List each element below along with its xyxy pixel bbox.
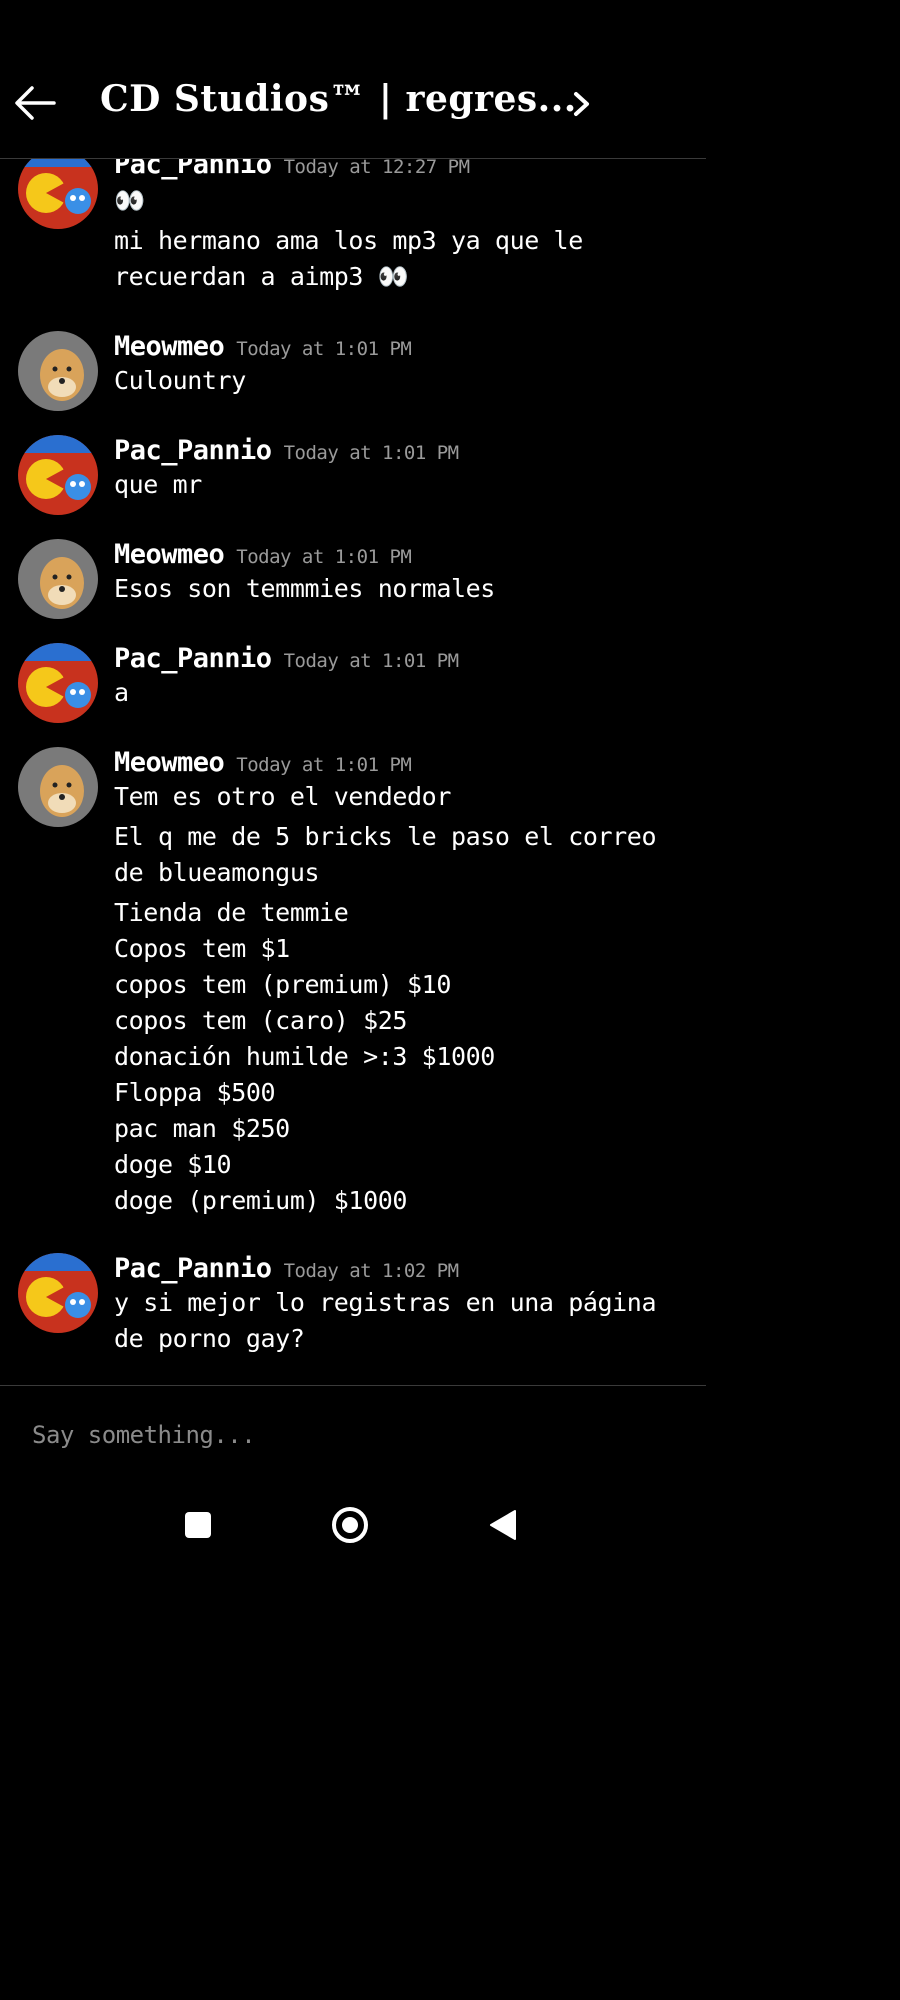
message-text: Tienda de temmie Copos tem $1 copos tem … [114,898,495,1215]
back-nav-button[interactable] [478,1504,528,1546]
pacman-avatar-image [18,643,98,723]
square-icon [185,1512,211,1538]
username[interactable]: Meowmeo [114,539,225,570]
username[interactable]: Pac_Pannio [114,643,272,674]
doge-avatar-image [18,331,98,411]
recent-apps-button[interactable] [173,1504,223,1546]
message-header: Pac_Pannio Today at 1:01 PM [114,643,459,674]
doge-avatar-image [18,539,98,619]
pacman-avatar-image [18,159,98,229]
timestamp: Today at 12:27 PM [283,159,470,178]
pacman-avatar-image [18,1253,98,1333]
message-text: Tem es otro el vendedor [114,782,451,811]
message-header: Pac_Pannio Today at 12:27 PM [114,159,470,180]
circle-home-icon [332,1507,368,1543]
message-text: Culountry [114,366,246,395]
username[interactable]: Pac_Pannio [114,1253,272,1284]
arrow-left-icon [15,86,56,120]
username[interactable]: Meowmeo [114,747,225,778]
channel-title[interactable]: CD Studios™ | regres... [100,78,577,120]
message-header: Meowmeo Today at 1:01 PM [114,747,412,778]
chat-header: CD Studios™ | regres... [0,0,706,159]
triangle-back-icon [490,1510,516,1540]
pacman-avatar[interactable] [18,1253,98,1333]
message-input[interactable] [30,1414,674,1456]
timestamp: Today at 1:01 PM [236,338,412,360]
pacman-avatar[interactable] [18,643,98,723]
message-text: 👀 [114,186,145,215]
timestamp: Today at 1:02 PM [283,1260,460,1282]
back-button[interactable] [12,80,58,126]
doge-avatar[interactable] [18,331,98,411]
message-header: Meowmeo Today at 1:01 PM [114,331,412,362]
pacman-avatar-image [18,435,98,515]
username[interactable]: Pac_Pannio [114,159,272,180]
message-body: Esos son temmmies normales [114,571,684,607]
message-header: Meowmeo Today at 1:01 PM [114,539,412,570]
message-body: y si mejor lo registras en una página de… [114,1285,684,1357]
message-header: Pac_Pannio Today at 1:01 PM [114,435,459,466]
message-body: a [114,675,684,711]
message-text: y si mejor lo registras en una página de… [114,1288,671,1353]
message-header: Pac_Pannio Today at 1:02 PM [114,1253,459,1284]
message-body: Culountry [114,363,684,399]
timestamp: Today at 1:01 PM [236,546,412,568]
timestamp: Today at 1:01 PM [283,650,460,672]
timestamp: Today at 1:01 PM [236,754,412,776]
message-body: Tem es otro el vendedor El q me de 5 bri… [114,779,684,1219]
timestamp: Today at 1:01 PM [283,442,460,464]
system-nav-bar [0,1486,706,1568]
message-list[interactable]: Pac_Pannio Today at 12:27 PM 👀 mi herman… [0,159,706,1385]
chevron-right-icon[interactable] [570,88,594,120]
message-text: a [114,678,129,707]
pacman-avatar[interactable] [18,159,98,229]
username[interactable]: Meowmeo [114,331,225,362]
doge-avatar-image [18,747,98,827]
message-body: que mr [114,467,684,503]
message-text: que mr [114,470,202,499]
message-text: Esos son temmmies normales [114,574,495,603]
message-text: El q me de 5 bricks le paso el correo de… [114,822,671,887]
home-button[interactable] [325,1504,375,1546]
message-composer [0,1385,706,1486]
doge-avatar[interactable] [18,539,98,619]
message-body: 👀 mi hermano ama los mp3 ya que le recue… [114,183,684,295]
pacman-avatar[interactable] [18,435,98,515]
message-text: mi hermano ama los mp3 ya que le recuerd… [114,226,598,291]
username[interactable]: Pac_Pannio [114,435,272,466]
doge-avatar[interactable] [18,747,98,827]
